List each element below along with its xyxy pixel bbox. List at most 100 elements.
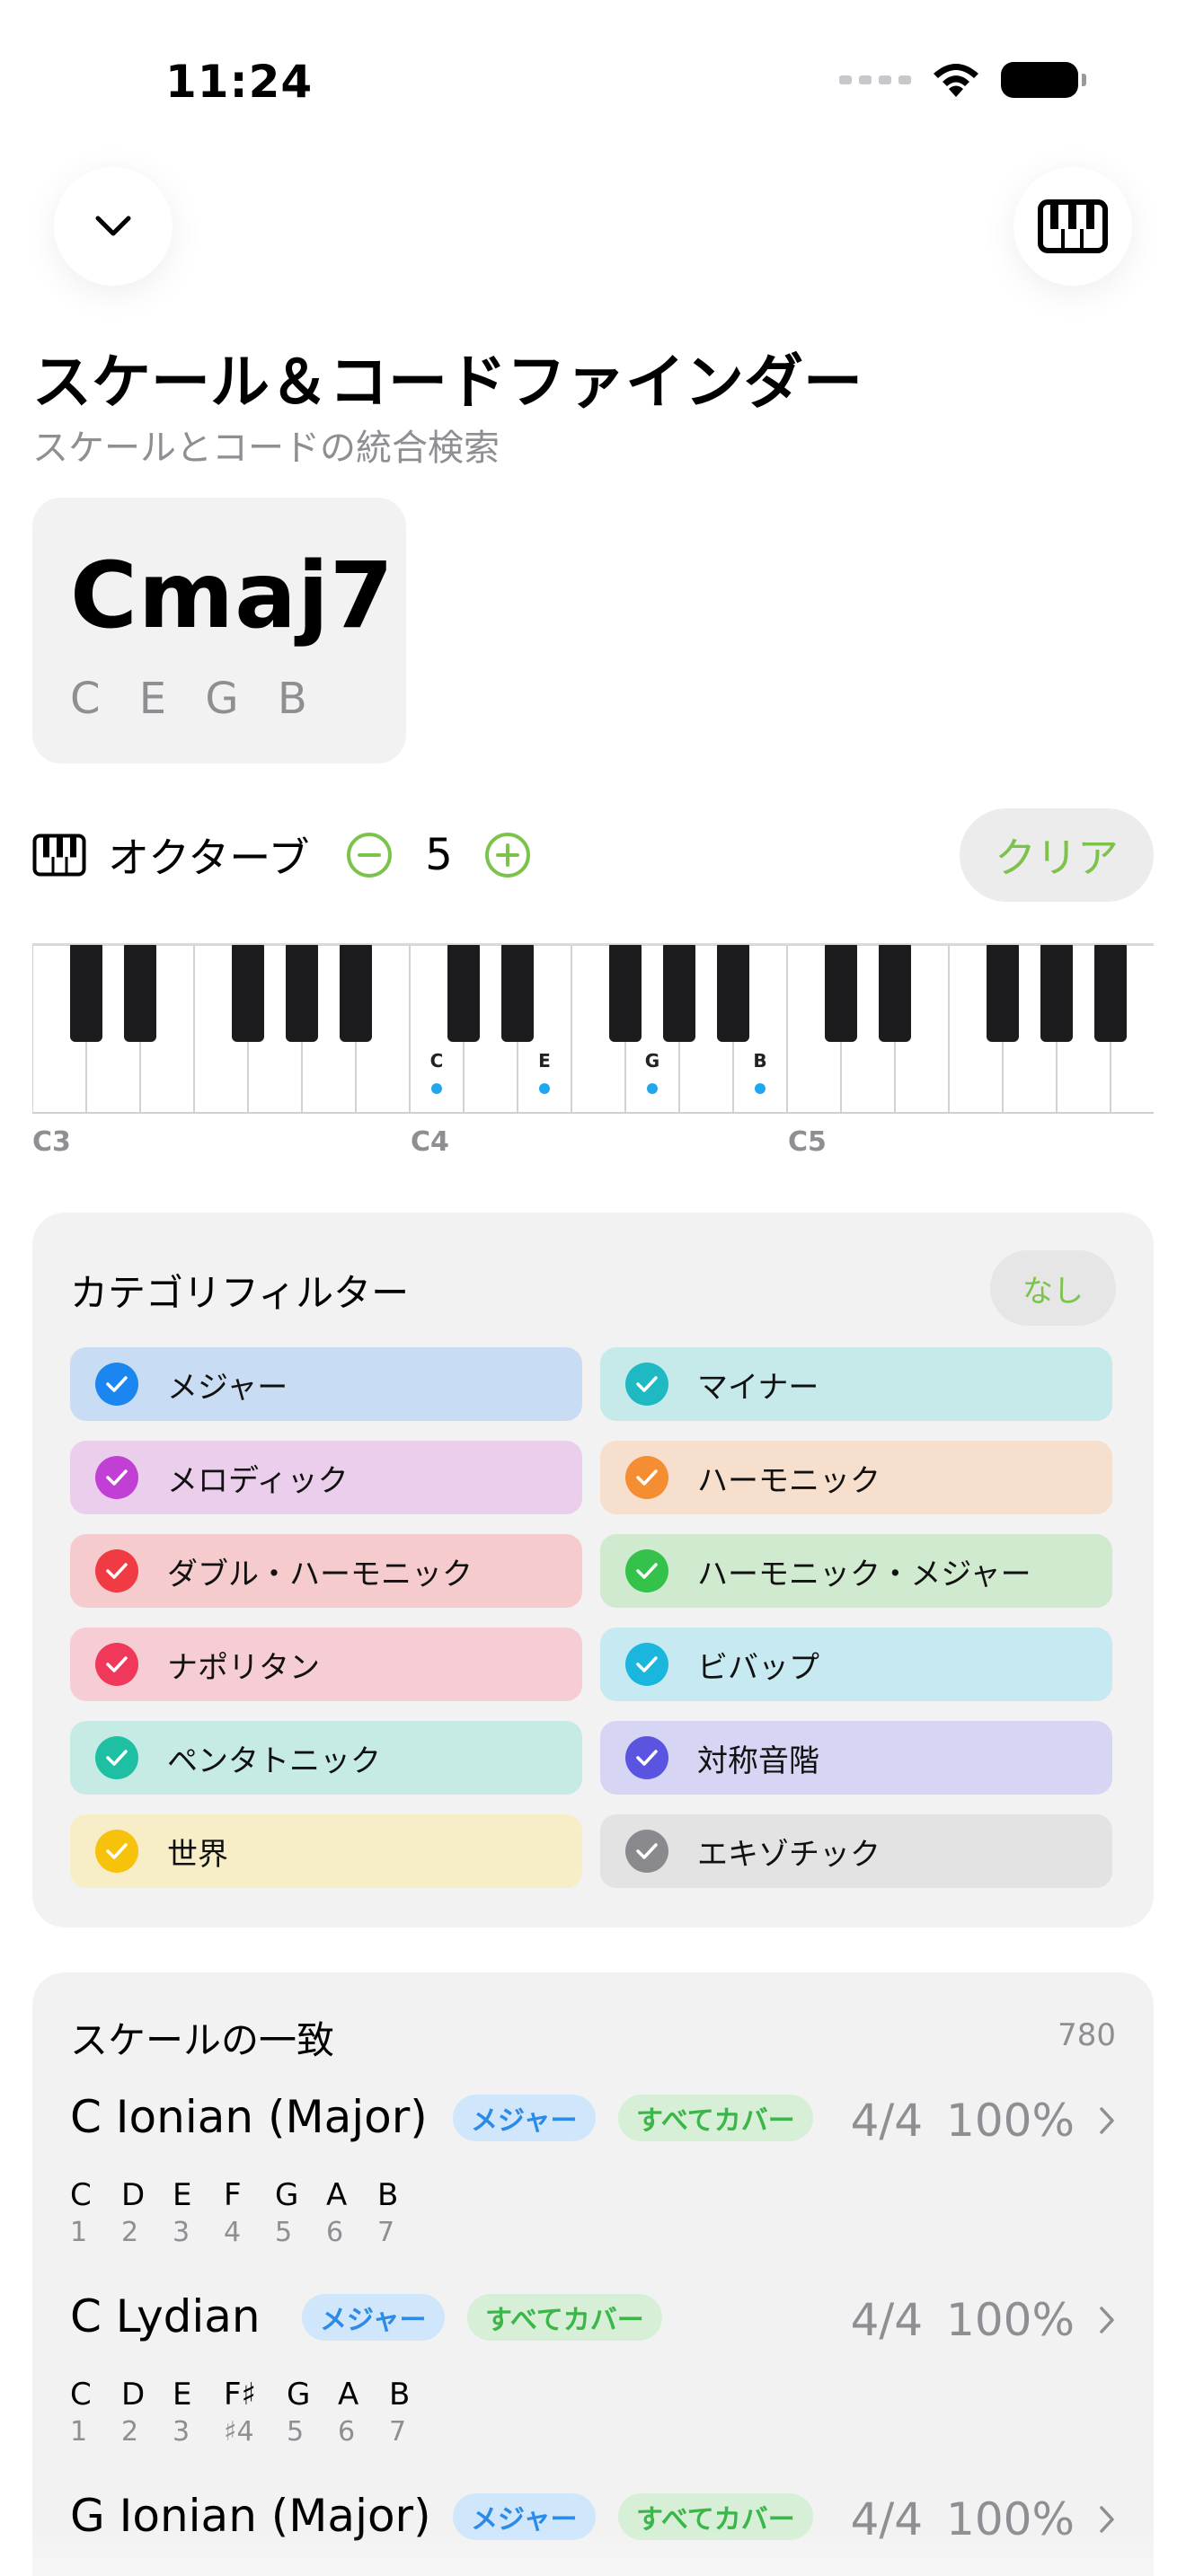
black-key[interactable] — [501, 945, 534, 1042]
category-filter-card: カテゴリフィルター なし メジャー マイナーメロディック ハーモニックダブル・ハーモ… — [32, 1213, 1154, 1928]
chevron-right-icon — [1100, 2107, 1114, 2134]
checkmark-icon — [625, 1549, 668, 1592]
highlighted-note-dot — [647, 1083, 658, 1094]
note-name: E — [173, 2177, 192, 2213]
note-degree: 2 — [121, 2217, 139, 2248]
matches-count: 780 — [1058, 2017, 1116, 2053]
filter-none-button[interactable]: なし — [990, 1250, 1116, 1326]
piano-keyboard[interactable]: CEGB — [32, 943, 1154, 1114]
note-degree: 6 — [326, 2217, 344, 2248]
highlighted-note-label: E — [538, 1050, 551, 1072]
octave-label-c4: C4 — [411, 1126, 449, 1158]
chevron-down-icon — [95, 216, 131, 236]
category-chip[interactable]: エキゾチック — [600, 1814, 1112, 1888]
status-icons — [839, 61, 1086, 99]
black-key[interactable] — [717, 945, 749, 1042]
black-key[interactable] — [879, 945, 911, 1042]
category-badge: メジャー — [453, 2095, 596, 2141]
black-key[interactable] — [286, 945, 318, 1042]
category-chip[interactable]: マイナー — [600, 1347, 1112, 1421]
category-chip[interactable]: ナポリタン — [70, 1628, 582, 1701]
note-degree: 6 — [338, 2416, 356, 2448]
note-name: F — [224, 2177, 242, 2213]
note-degree: 7 — [377, 2217, 395, 2248]
octave-minus-button[interactable] — [345, 831, 394, 879]
note-degree: ♯4 — [224, 2416, 254, 2448]
chevron-right-icon — [1100, 2307, 1114, 2333]
category-chip-label: ハーモニック・メジャー — [697, 1556, 1031, 1592]
filter-title: カテゴリフィルター — [70, 1271, 410, 1315]
highlighted-note-dot — [431, 1083, 442, 1094]
black-key[interactable] — [70, 945, 102, 1042]
chord-card: Cmaj7 C E G B — [32, 498, 406, 763]
black-key[interactable] — [447, 945, 480, 1042]
category-chip[interactable]: ダブル・ハーモニック — [70, 1534, 582, 1608]
coverage-badge: すべてカバー — [618, 2095, 813, 2141]
checkmark-icon — [95, 1456, 138, 1499]
dismiss-button[interactable] — [54, 167, 173, 286]
chord-name: Cmaj7 — [70, 543, 394, 649]
black-key[interactable] — [825, 945, 857, 1042]
scale-name: C Ionian (Major) — [70, 2091, 428, 2143]
category-chip[interactable]: メジャー — [70, 1347, 582, 1421]
checkmark-icon — [95, 1643, 138, 1686]
note-name: C — [70, 2177, 92, 2213]
category-chip-label: マイナー — [697, 1369, 819, 1406]
piano-keys[interactable]: CEGB — [32, 945, 1154, 1114]
category-chip[interactable]: ハーモニック・メジャー — [600, 1534, 1112, 1608]
category-chip[interactable]: ハーモニック — [600, 1441, 1112, 1514]
page-title: スケール＆コードファインダー — [32, 348, 863, 417]
black-key[interactable] — [609, 945, 642, 1042]
category-chip[interactable]: メロディック — [70, 1441, 582, 1514]
note-name: E — [173, 2377, 192, 2413]
category-chip-label: ペンタトニック — [167, 1742, 381, 1779]
scale-row[interactable]: C Ionian (Major) メジャー すべてカバー 4/4 100% C 1… — [70, 2091, 1116, 2280]
battery-icon — [1001, 62, 1086, 98]
category-chip[interactable]: 世界 — [70, 1814, 582, 1888]
scale-stats: 4/4 100% — [851, 2294, 1116, 2346]
scale-name: C Lydian — [70, 2290, 261, 2342]
match-ratio: 4/4 — [850, 2095, 924, 2147]
cellular-signal-icon — [839, 75, 911, 84]
highlighted-note-label: C — [430, 1050, 444, 1072]
black-key[interactable] — [340, 945, 372, 1042]
checkmark-icon — [95, 1830, 138, 1873]
octave-label-c5: C5 — [788, 1126, 827, 1158]
note-degree: 5 — [275, 2217, 293, 2248]
note-degree: 4 — [224, 2217, 242, 2248]
category-chip[interactable]: ビバップ — [600, 1628, 1112, 1701]
scale-notes: C 1 D 2 E 3 F 4 G 5 A 6 B 7 — [70, 2177, 429, 2248]
piano-button[interactable] — [1013, 167, 1132, 286]
black-key[interactable] — [987, 945, 1019, 1042]
black-key[interactable] — [663, 945, 695, 1042]
highlighted-note-label: G — [645, 1050, 659, 1072]
category-chip-label: エキゾチック — [697, 1836, 881, 1873]
black-key[interactable] — [232, 945, 264, 1042]
clear-button[interactable]: クリア — [960, 808, 1154, 902]
octave-plus-button[interactable] — [483, 831, 532, 879]
checkmark-icon — [625, 1643, 668, 1686]
checkmark-icon — [95, 1736, 138, 1779]
scale-row[interactable]: C Lydian メジャー すべてカバー 4/4 100% C1 D2 E3 F… — [70, 2290, 1116, 2479]
match-percent: 100% — [946, 2095, 1075, 2147]
category-chip-label: ダブル・ハーモニック — [167, 1556, 473, 1592]
note-name: G — [275, 2177, 299, 2213]
category-chip-label: メロディック — [167, 1462, 349, 1499]
black-key[interactable] — [1094, 945, 1127, 1042]
piano-icon — [1038, 199, 1108, 253]
category-chip[interactable]: ペンタトニック — [70, 1721, 582, 1795]
category-chip[interactable]: 対称音階 — [600, 1721, 1112, 1795]
octave-row: オクターブ 5 クリア — [32, 808, 1154, 902]
checkmark-icon — [625, 1456, 668, 1499]
highlighted-note-label: B — [753, 1050, 766, 1072]
note-degree: 7 — [389, 2416, 407, 2448]
black-key[interactable] — [1040, 945, 1073, 1042]
note-name: F♯ — [224, 2377, 257, 2413]
note-degree: 1 — [70, 2217, 88, 2248]
status-time: 11:24 — [165, 56, 314, 108]
match-percent: 100% — [946, 2294, 1075, 2346]
note-degree: 3 — [173, 2217, 190, 2248]
highlighted-note-dot — [755, 1083, 766, 1094]
category-badge: メジャー — [302, 2294, 445, 2341]
black-key[interactable] — [124, 945, 156, 1042]
